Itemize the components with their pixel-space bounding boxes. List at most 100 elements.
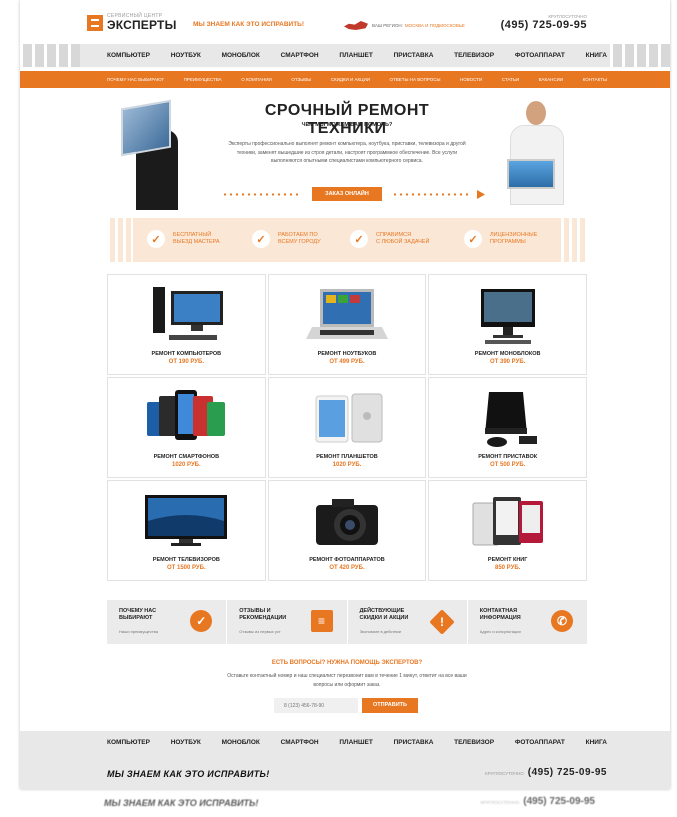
dots-decoration-left xyxy=(222,193,302,196)
nav-item-tv[interactable]: ТЕЛЕВИЗОР xyxy=(454,52,494,59)
subnav-item-reviews[interactable]: ОТЗЫВЫ xyxy=(291,77,311,82)
footer-nav-camera[interactable]: ФОТОАППАРАТ xyxy=(515,739,565,746)
tv-icon xyxy=(145,495,228,546)
service-name: РЕМОНТ КНИГ xyxy=(487,557,528,563)
feature-line2: ВЫЕЗД МАСТЕРА xyxy=(173,239,220,245)
feature-stripes-left xyxy=(107,218,133,262)
header-phone[interactable]: КРУГЛОСУТОЧНО (495) 725-09-95 xyxy=(501,14,587,31)
hero-section: СРОЧНЫЙ РЕМОНТ ТЕХНИКИ ЧЕМ МЫ МОЖЕМ ВАМ … xyxy=(107,96,587,210)
order-online-button[interactable]: ЗАКАЗ ОНЛАЙН xyxy=(312,187,382,201)
service-card-ebooks[interactable]: РЕМОНТ КНИГ 850 РУБ. xyxy=(428,480,587,581)
info-subtitle: Наши преимущества xyxy=(119,629,158,634)
reflection-slogan: МЫ ЗНАЕМ КАК ЭТО ИСПРАВИТЬ! xyxy=(104,798,259,808)
nav-item-smartphone[interactable]: СМАРТФОН xyxy=(281,52,319,59)
send-button[interactable]: ОТПРАВИТЬ xyxy=(362,698,418,713)
logo-title: ЭКСПЕРТЫ xyxy=(107,18,177,32)
subnav-item-why[interactable]: ПОЧЕМУ НАС ВЫБИРАЮТ xyxy=(107,77,164,82)
footer-nav-monoblock[interactable]: МОНОБЛОК xyxy=(222,739,260,746)
dots-decoration-right xyxy=(392,193,472,196)
reflection-phone-caption: КРУГЛОСУТОЧНО xyxy=(480,800,520,805)
footer-slogan: МЫ ЗНАЕМ КАК ЭТО ИСПРАВИТЬ! xyxy=(107,769,270,779)
nav-item-monoblock[interactable]: МОНОБЛОК xyxy=(222,52,260,59)
info-discounts[interactable]: ДЕЙСТВУЮЩИЕ СКИДКИ И АКЦИИ Экономьте в д… xyxy=(348,600,468,644)
services-grid: РЕМОНТ КОМПЬЮТЕРОВ ОТ 190 РУБ. РЕМОНТ НО… xyxy=(107,274,587,581)
russia-map-icon xyxy=(344,21,368,30)
info-why-us[interactable]: ПОЧЕМУ НАС ВЫБИРАЮТ Наши преимущества ✓ xyxy=(107,600,228,644)
phone-number[interactable]: (495) 725-09-95 xyxy=(501,19,587,31)
footer-phone[interactable]: КРУГЛОСУТОЧНО (495) 725-09-95 xyxy=(485,767,607,778)
region-label: ВАШ РЕГИОН: xyxy=(372,23,403,28)
service-card-tablets[interactable]: РЕМОНТ ПЛАНШЕТОВ 1020 РУБ. xyxy=(267,377,427,478)
footer-reflection: МЫ ЗНАЕМ КАК ЭТО ИСПРАВИТЬ! КРУГЛОСУТОЧН… xyxy=(0,789,677,817)
service-name: РЕМОНТ НОУТБУКОВ xyxy=(317,351,377,357)
hero-description: Эксперты профессионально выполнят ремонт… xyxy=(228,141,466,164)
subnav-item-faq[interactable]: ОТВЕТЫ НА ВОПРОСЫ xyxy=(390,77,441,82)
footer-nav-console[interactable]: ПРИСТАВКА xyxy=(394,739,434,746)
nav-stripes-left xyxy=(20,44,80,67)
service-price: 1020 РУБ. xyxy=(172,462,201,468)
service-card-cameras[interactable]: РЕМОНТ ФОТОАППАРАТОВ ОТ 420 РУБ. xyxy=(267,480,427,581)
nav-item-camera[interactable]: ФОТОАППАРАТ xyxy=(515,52,565,59)
check-icon: ✓ xyxy=(252,230,270,248)
service-name: РЕМОНТ ПЛАНШЕТОВ xyxy=(316,454,378,460)
header-slogan: МЫ ЗНАЕМ КАК ЭТО ИСПРАВИТЬ! xyxy=(193,21,304,28)
footer-phone-number[interactable]: (495) 725-09-95 xyxy=(528,767,607,778)
subnav-item-about[interactable]: О КОМПАНИИ xyxy=(241,77,272,82)
service-card-computers[interactable]: РЕМОНТ КОМПЬЮТЕРОВ ОТ 190 РУБ. xyxy=(107,274,266,375)
footer-nav-computer[interactable]: КОМПЬЮТЕР xyxy=(107,739,150,746)
check-icon: ✓ xyxy=(190,610,213,632)
console-icon xyxy=(484,392,537,447)
logo[interactable]: Сервисный центр ЭКСПЕРТЫ xyxy=(87,14,177,31)
service-price: 850 РУБ. xyxy=(495,565,521,571)
phone-icon: ✆ xyxy=(551,610,573,632)
info-bar: ПОЧЕМУ НАС ВЫБИРАЮТ Наши преимущества ✓ … xyxy=(107,600,587,644)
region-selector[interactable]: ВАШ РЕГИОН: МОСКВА И ПОДМОСКОВЬЕ xyxy=(344,21,465,30)
service-name: РЕМОНТ КОМПЬЮТЕРОВ xyxy=(151,351,222,357)
service-name: РЕМОНТ ТЕЛЕВИЗОРОВ xyxy=(152,557,220,563)
info-title: ДЕЙСТВУЮЩИЕ СКИДКИ И АКЦИИ xyxy=(359,608,409,621)
subnav-item-advantages[interactable]: ПРЕИМУЩЕСТВА xyxy=(184,77,222,82)
nav-item-computer[interactable]: КОМПЬЮТЕР xyxy=(107,52,150,59)
man-with-laptop-image xyxy=(502,101,572,206)
comment-icon: ≡ xyxy=(310,610,333,632)
nav-item-book[interactable]: КНИГА xyxy=(586,52,607,59)
nav-stripes-right xyxy=(610,44,670,67)
footer-nav-tablet[interactable]: ПЛАНШЕТ xyxy=(339,739,372,746)
subnav-item-articles[interactable]: СТАТЬИ xyxy=(502,77,519,82)
subnav-item-jobs[interactable]: ВАКАНСИИ xyxy=(539,77,563,82)
feature-licensed-software: ✓ ЛИЦЕНЗИОННЫЕ ПРОГРАММЫ xyxy=(464,230,550,248)
smartphone-icon xyxy=(147,390,226,440)
nav-item-console[interactable]: ПРИСТАВКА xyxy=(394,52,434,59)
subnav-item-contacts[interactable]: КОНТАКТЫ xyxy=(583,77,607,82)
footer-nav-tv[interactable]: ТЕЛЕВИЗОР xyxy=(454,739,494,746)
info-reviews[interactable]: ОТЗЫВЫ И РЕКОМЕНДАЦИИ Отзывы из первых у… xyxy=(227,600,348,644)
service-name: РЕМОНТ СМАРТФОНОВ xyxy=(153,454,220,460)
info-contacts[interactable]: КОНТАКТНАЯ ИНФОРМАЦИЯ Адрес и консультац… xyxy=(468,600,587,644)
info-title: КОНТАКТНАЯ ИНФОРМАЦИЯ xyxy=(479,608,521,621)
all-in-one-icon xyxy=(480,289,535,344)
subnav-item-discounts[interactable]: СКИДКИ И АКЦИИ xyxy=(331,77,370,82)
nav-item-laptop[interactable]: НОУТБУК xyxy=(171,52,201,59)
service-card-tvs[interactable]: РЕМОНТ ТЕЛЕВИЗОРОВ ОТ 1500 РУБ. xyxy=(107,480,266,581)
laptop-icon xyxy=(305,289,388,339)
feature-whole-city: ✓ РАБОТАЕМ ПО ВСЕМУ ГОРОДУ xyxy=(252,230,338,248)
subnav-item-news[interactable]: НОВОСТИ xyxy=(460,77,482,82)
check-icon: ✓ xyxy=(147,230,165,248)
service-card-consoles[interactable]: РЕМОНТ ПРИСТАВОК ОТ 500 РУБ. xyxy=(428,377,587,478)
feature-free-visit: ✓ БЕСПЛАТНЫЙ ВЫЕЗД МАСТЕРА xyxy=(147,230,233,248)
footer-nav-book[interactable]: КНИГА xyxy=(586,739,607,746)
service-card-monoblocks[interactable]: РЕМОНТ МОНОБЛОКОВ ОТ 390 РУБ. xyxy=(428,274,587,375)
region-value[interactable]: МОСКВА И ПОДМОСКОВЬЕ xyxy=(405,23,465,28)
nav-item-tablet[interactable]: ПЛАНШЕТ xyxy=(339,52,372,59)
service-card-laptops[interactable]: РЕМОНТ НОУТБУКОВ ОТ 499 РУБ. xyxy=(267,274,427,375)
footer-phone-caption: КРУГЛОСУТОЧНО xyxy=(485,771,524,776)
footer-nav-laptop[interactable]: НОУТБУК xyxy=(171,739,201,746)
service-price: ОТ 499 РУБ. xyxy=(329,359,365,365)
phone-input[interactable] xyxy=(274,698,358,713)
check-icon: ✓ xyxy=(350,230,368,248)
footer-nav-smartphone[interactable]: СМАРТФОН xyxy=(281,739,319,746)
woman-with-laptop-image xyxy=(121,99,181,210)
service-price: ОТ 390 РУБ. xyxy=(490,359,526,365)
arrow-icon xyxy=(477,190,485,199)
service-card-smartphones[interactable]: РЕМОНТ СМАРТФОНОВ 1020 РУБ. xyxy=(107,377,266,478)
